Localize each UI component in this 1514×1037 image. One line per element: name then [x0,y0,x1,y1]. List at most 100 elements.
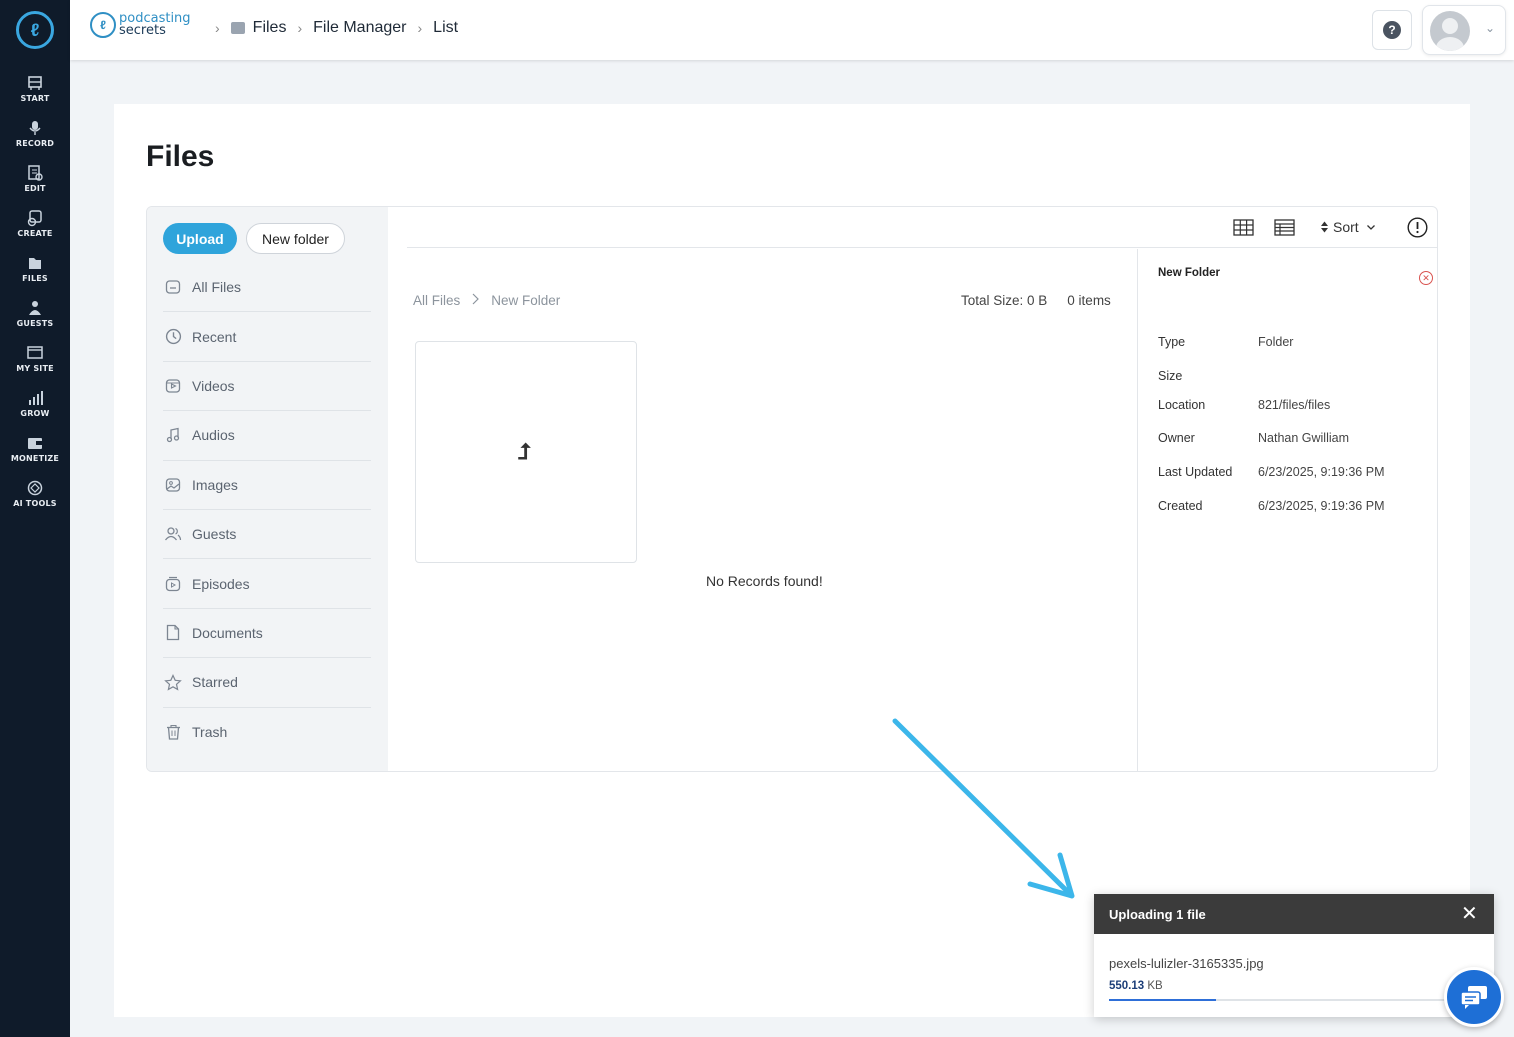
rail-item-record[interactable]: RECORD [0,119,70,148]
folder-path: All Files New Folder [413,293,560,308]
rail-label: AI TOOLS [13,499,57,508]
grid-view-button[interactable] [1233,217,1254,237]
rail-item-monetize[interactable]: MONETIZE [0,434,70,463]
rail-label: EDIT [24,184,46,193]
chat-launcher-button[interactable] [1444,967,1504,1027]
detail-key: Size [1158,369,1183,383]
sidebar-item-trash[interactable]: Trash [163,708,371,757]
parent-folder-tile[interactable]: ⮥ [415,341,637,563]
upload-size-unit: KB [1147,980,1163,992]
detail-value: Folder [1258,335,1294,349]
breadcrumb: › Files › File Manager › List [204,19,458,37]
rail-item-guests[interactable]: GUESTS [0,299,70,328]
rail-label: GUESTS [16,319,54,328]
sidebar-item-episodes[interactable]: Episodes [163,559,371,609]
close-details-icon[interactable]: ✕ [1419,271,1433,285]
detail-value: Nathan Gwilliam [1258,431,1350,445]
trash-icon [164,723,182,741]
question-icon: ? [1383,21,1401,39]
file-manager: Upload New folder All Files Recent Video… [146,206,1438,772]
sidebar-item-label: Audios [192,427,235,444]
new-folder-button[interactable]: New folder [246,223,345,254]
guests-icon [29,301,41,315]
sidebar-item-all-files[interactable]: All Files [163,263,371,313]
chevron-down-icon [1366,224,1375,230]
close-icon[interactable]: ✕ [1461,904,1478,924]
page-title: Files [146,140,215,173]
image-icon [164,476,182,494]
toast-title: Uploading 1 file [1109,906,1206,922]
app-logo-icon[interactable]: ℓ [16,11,54,49]
rail-item-create[interactable]: CREATE [0,209,70,238]
grid-view-icon [1233,218,1254,236]
details-title: New Folder [1158,267,1220,279]
user-menu-button[interactable]: ⌄ [1422,5,1506,55]
list-view-button[interactable] [1274,217,1295,237]
avatar [1430,11,1470,51]
chevron-right-icon: › [297,20,303,36]
rail-label: MY SITE [16,364,54,373]
sidebar-item-starred[interactable]: Starred [163,658,371,708]
chevron-down-icon: ⌄ [1485,21,1496,35]
file-toolbar: Sort [407,207,1437,248]
rail-label: GROW [20,409,50,418]
create-icon [27,210,42,227]
sort-label: Sort [1333,219,1359,235]
detail-row-size: Size [1158,369,1258,383]
detail-row-last-updated: Last Updated 6/23/2025, 9:19:36 PM [1158,465,1384,479]
rail-item-files[interactable]: FILES [0,254,70,283]
sidebar-item-audios[interactable]: Audios [163,411,371,461]
monetize-icon [28,438,42,449]
chart-icon [29,391,43,405]
brand-mark-icon: ℓ [90,12,116,38]
sidebar-item-documents[interactable]: Documents [163,609,371,659]
sidebar-item-label: Guests [192,526,237,543]
start-icon [28,76,42,90]
chat-icon [1460,986,1487,1009]
upload-size-value: 550.13 [1109,980,1145,992]
sidebar-item-label: Recent [192,328,237,345]
episodes-icon [164,575,182,593]
sidebar-item-guests[interactable]: Guests [163,510,371,560]
sidebar-item-videos[interactable]: Videos [163,362,371,412]
site-icon [27,346,43,359]
rail-item-my-site[interactable]: MY SITE [0,344,70,373]
file-content: All Files New Folder Total Size: 0 B 0 it… [407,249,1138,771]
rail-item-grow[interactable]: GROW [0,389,70,418]
info-button[interactable] [1407,216,1428,238]
details-panel: New Folder ✕ Type Folder Size Location 821… [1137,249,1437,771]
detail-key: Created [1158,499,1203,513]
upload-progress-fill [1109,999,1216,1001]
breadcrumb-list[interactable]: List [433,19,458,37]
sidebar-item-images[interactable]: Images [163,461,371,510]
detail-key: Location [1158,398,1206,412]
path-all-files[interactable]: All Files [413,293,460,308]
upload-progress-bar [1109,999,1454,1001]
users-icon [164,525,182,543]
item-count: 0 items [1067,293,1111,308]
breadcrumb-files[interactable]: Files [253,19,287,37]
rail-item-edit[interactable]: EDIT [0,164,70,193]
sort-button[interactable]: Sort [1320,217,1376,237]
top-bar: ℓ podcasting secrets › Files › File Mana… [70,0,1514,60]
help-button[interactable]: ? [1372,10,1412,50]
breadcrumb-file-manager[interactable]: File Manager [313,19,406,37]
brand-line-2: secrets [119,23,166,38]
all-files-icon [164,278,182,296]
rail-label: CREATE [17,229,53,238]
upload-button[interactable]: Upload [163,223,237,254]
detail-value: 6/23/2025, 9:19:36 PM [1258,499,1385,513]
sidebar-item-label: Episodes [192,575,250,592]
detail-row-created: Created 6/23/2025, 9:19:36 PM [1158,499,1384,513]
sidebar-item-label: Videos [192,377,235,394]
sort-icon [1321,221,1328,233]
rail-item-start[interactable]: START [0,74,70,103]
list-view-icon [1274,218,1295,236]
clock-icon [164,328,182,346]
detail-key: Owner [1158,431,1195,445]
sidebar-item-label: All Files [192,279,242,296]
sidebar-item-recent[interactable]: Recent [163,312,371,362]
path-current-folder: New Folder [491,293,561,308]
brand-logo[interactable]: ℓ podcasting secrets [90,12,191,38]
rail-item-ai-tools[interactable]: AI TOOLS [0,479,70,508]
